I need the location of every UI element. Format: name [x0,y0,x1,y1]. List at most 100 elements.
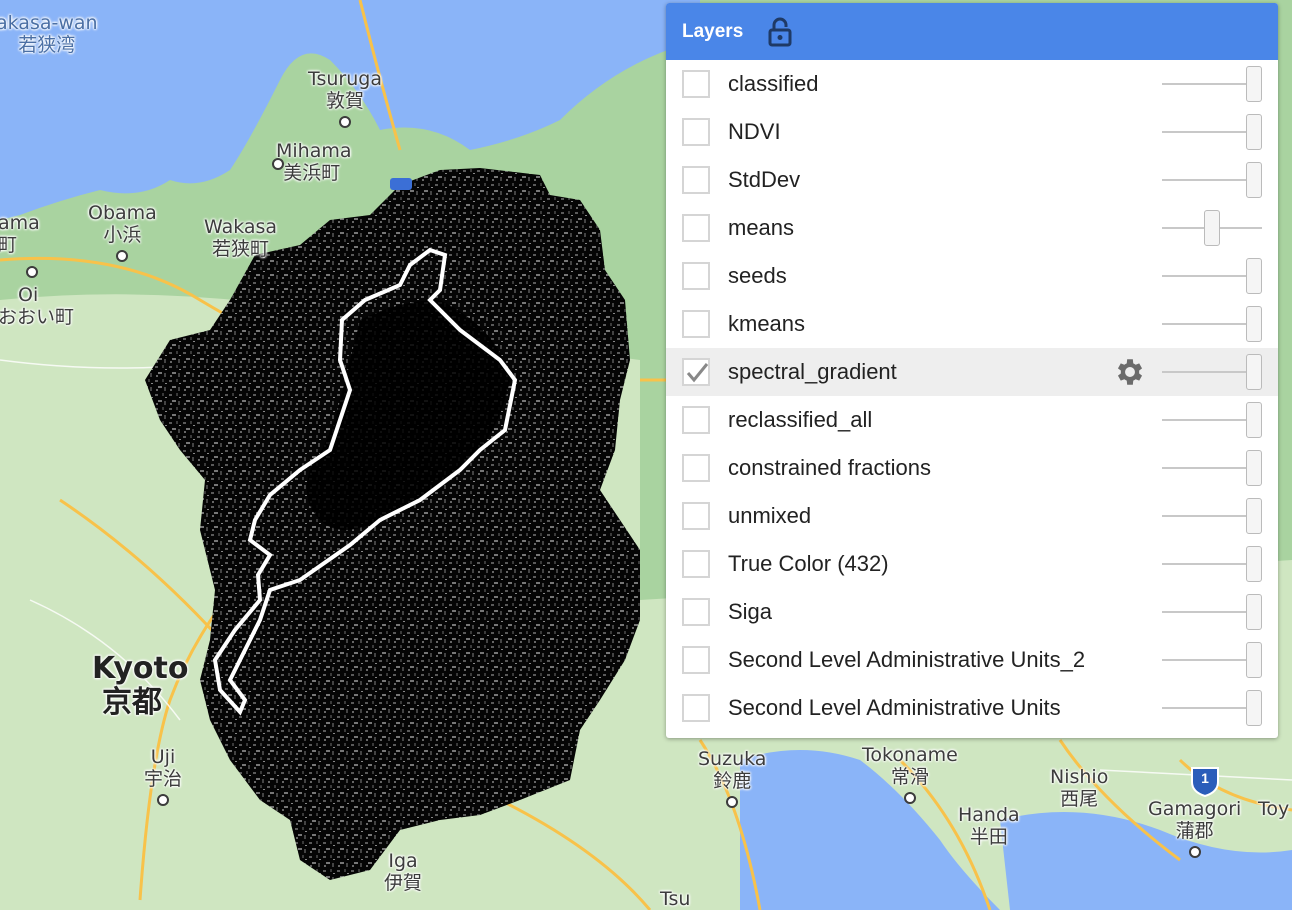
layer-row[interactable]: Second Level Administrative Units_2 [666,636,1278,684]
layer-visibility-checkbox[interactable] [682,70,710,98]
layer-visibility-checkbox[interactable] [682,358,710,386]
layer-opacity-slider[interactable] [1162,258,1262,294]
place-name-jp: 小浜 [103,224,142,246]
layer-opacity-slider[interactable] [1162,546,1262,582]
place-label: Suzuka 鈴鹿 [698,748,766,814]
place-name-en: ama [0,212,40,234]
layer-list: classified NDVI StdDev means seeds kmeans spec… [666,60,1278,732]
layer-row[interactable]: StdDev [666,156,1278,204]
place-label: Handa 半田 [958,804,1020,848]
layer-opacity-slider[interactable] [1162,450,1262,486]
slider-thumb[interactable] [1246,306,1262,342]
place-label: Nishio 西尾 [1050,766,1108,810]
layer-visibility-checkbox[interactable] [682,310,710,338]
layer-opacity-slider[interactable] [1162,210,1262,246]
layer-row[interactable]: reclassified_all [666,396,1278,444]
slider-thumb[interactable] [1246,546,1262,582]
place-name-jp: 伊賀 [384,872,423,894]
slider-thumb[interactable] [1246,498,1262,534]
gear-icon[interactable] [1113,355,1147,389]
layer-row[interactable]: Second Level Administrative Units [666,684,1278,732]
place-label: Uji 宇治 [144,746,182,812]
layer-opacity-slider[interactable] [1162,594,1262,630]
layer-visibility-checkbox[interactable] [682,406,710,434]
place-label: Tsuruga 敦賀 [308,68,382,134]
layer-visibility-checkbox[interactable] [682,550,710,578]
layer-opacity-slider[interactable] [1162,498,1262,534]
layer-visibility-checkbox[interactable] [682,454,710,482]
place-label: Iga 伊賀 [384,850,422,894]
layer-opacity-slider[interactable] [1162,354,1262,390]
place-name-en: Oi [18,284,39,306]
place-name-en: Handa [958,804,1020,826]
layer-row[interactable]: NDVI [666,108,1278,156]
layer-visibility-checkbox[interactable] [682,598,710,626]
layer-opacity-slider[interactable] [1162,306,1262,342]
layer-visibility-checkbox[interactable] [682,646,710,674]
place-name-en: Toy [1258,798,1290,820]
slider-thumb[interactable] [1246,594,1262,630]
layer-opacity-slider[interactable] [1162,66,1262,102]
layer-opacity-slider[interactable] [1162,402,1262,438]
layer-row[interactable]: constrained fractions [666,444,1278,492]
layer-visibility-checkbox[interactable] [682,214,710,242]
layer-visibility-checkbox[interactable] [682,118,710,146]
layer-row[interactable]: unmixed [666,492,1278,540]
city-dot-icon [726,796,739,808]
layer-row[interactable]: kmeans [666,300,1278,348]
layer-row[interactable]: classified [666,60,1278,108]
place-name-en: Tokoname [862,744,958,766]
place-name-en: Obama [88,202,157,224]
place-name-jp: 半田 [969,826,1008,848]
slider-thumb[interactable] [1246,258,1262,294]
layer-row[interactable]: seeds [666,252,1278,300]
layers-panel: Layers classified NDVI StdDev means seeds kme… [666,3,1278,738]
layer-opacity-slider[interactable] [1162,114,1262,150]
slider-thumb[interactable] [1246,162,1262,198]
place-label: Kyoto 京都 [92,652,188,720]
city-dot-icon [1188,846,1201,858]
slider-thumb[interactable] [1246,450,1262,486]
layer-opacity-slider[interactable] [1162,690,1262,726]
city-dot-icon [26,266,38,278]
place-name-jp: 京都 [102,685,162,720]
layer-visibility-checkbox[interactable] [682,694,710,722]
layer-row[interactable]: means [666,204,1278,252]
place-label: Tsu [660,888,690,910]
slider-thumb[interactable] [1246,402,1262,438]
city-dot-icon [272,158,284,170]
lock-icon[interactable] [765,17,795,47]
place-label: Tokoname 常滑 [862,744,958,810]
slider-thumb[interactable] [1246,66,1262,102]
place-name-jp: 蒲郡 [1175,820,1214,842]
layer-opacity-slider[interactable] [1162,162,1262,198]
place-label: Oi おおい町 [0,262,74,328]
slider-thumb[interactable] [1204,210,1220,246]
slider-thumb[interactable] [1246,690,1262,726]
route-badge: 1 [1201,770,1209,786]
layer-row[interactable]: Siga [666,588,1278,636]
place-name-jp: おおい町 [0,306,75,328]
city-dot-icon [157,794,169,806]
layer-row[interactable]: True Color (432) [666,540,1278,588]
layer-visibility-checkbox[interactable] [682,262,710,290]
layer-visibility-checkbox[interactable] [682,166,710,194]
place-label: Gamagori 蒲郡 [1148,798,1241,864]
place-name-jp: 宇治 [144,768,183,790]
layer-row[interactable]: spectral_gradient [666,348,1278,396]
place-name-jp: 美浜町 [283,162,341,184]
slider-thumb[interactable] [1246,642,1262,678]
place-name-en: Tsu [660,888,691,910]
layer-visibility-checkbox[interactable] [682,502,710,530]
slider-thumb[interactable] [1246,354,1262,390]
city-dot-icon [116,250,129,262]
city-dot-icon [903,792,916,804]
place-label: Wakasa 若狭町 [204,216,277,260]
layers-header: Layers [666,3,1278,60]
layer-opacity-slider[interactable] [1162,642,1262,678]
slider-thumb[interactable] [1246,114,1262,150]
checkmark-icon [686,363,709,383]
place-name-en: Wakasa [204,216,278,238]
place-label: Toy [1258,798,1289,820]
layers-title: Layers [682,20,744,42]
